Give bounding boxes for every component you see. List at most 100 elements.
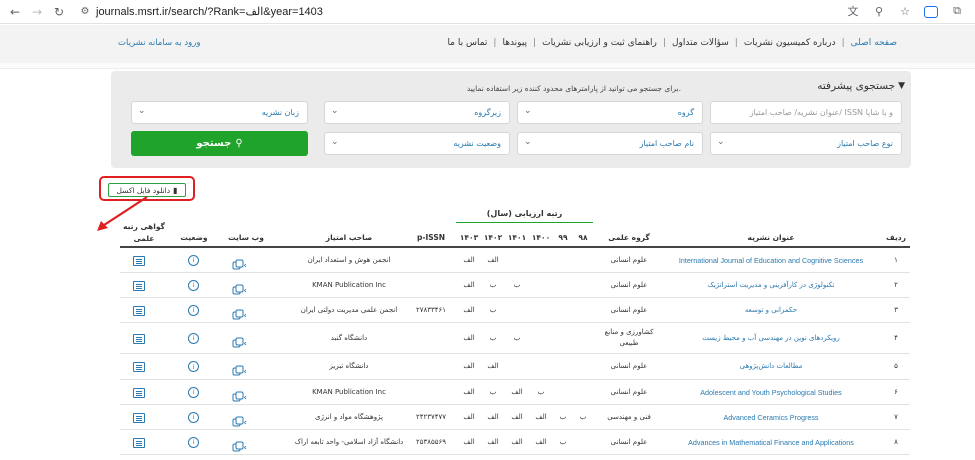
site-navbar: صفحه اصلی | درباره کمیسیون نشریات | سؤال… [0, 25, 975, 63]
website-link-icon[interactable] [232, 413, 247, 426]
cell-y1400: الف [535, 437, 547, 446]
advanced-search-title[interactable]: جستجوی پیشرفته ▼ [817, 80, 905, 92]
certificate-icon[interactable] [133, 412, 145, 423]
login-link[interactable]: ورود به سامانه نشریات [118, 38, 201, 48]
table-row: ۲ تکنولوژی در کارآفرینی و مدیریت استراتژی… [120, 273, 910, 298]
certificate-icon[interactable] [133, 437, 145, 448]
certificate-icon[interactable] [133, 387, 145, 398]
journal-title-link[interactable]: International Journal of Education and C… [676, 256, 866, 265]
menu-item-contact[interactable]: تماس با ما [441, 38, 493, 48]
col-title: عنوان نشریه [747, 233, 795, 242]
certificate-icon[interactable] [133, 362, 145, 372]
cell-y1403: الف [463, 412, 475, 421]
menu-item-faq[interactable]: سؤالات متداول [666, 38, 735, 48]
journal-title-link[interactable]: مطالعات دانش‌پژوهی [676, 362, 866, 370]
col-y1401: ۱۴۰۱ [507, 233, 527, 242]
cell-y1403: الف [463, 333, 475, 342]
cell-owner: KMAN Publication Inc [312, 280, 386, 289]
extension-icon[interactable] [923, 3, 939, 19]
website-link-icon[interactable] [232, 334, 247, 347]
cell-index: ۸ [894, 437, 898, 446]
menu-item-home[interactable]: صفحه اصلی [845, 38, 903, 48]
browser-toolbar: ← → ↻ ⚙ journals.msrt.ir/search/?Rank=ال… [0, 0, 975, 24]
cell-pissn: ۲۷۸۳۳۴۶۱ [415, 305, 447, 314]
cell-index: ۱ [894, 255, 898, 264]
status-select[interactable]: وضعیت نشریه ⌄ [324, 132, 510, 155]
cell-group: علوم انسانی [610, 362, 648, 370]
reload-icon[interactable]: ↻ [48, 1, 70, 23]
cell-y1403: الف [463, 305, 475, 314]
col-website: وب سایت [228, 233, 264, 242]
puzzle-icon[interactable]: ⧉ [949, 3, 965, 19]
menu-item-links[interactable]: پیوندها [496, 38, 533, 48]
menu-item-guide[interactable]: راهنمای ثبت و ارزیابی نشریات [536, 38, 663, 48]
status-info-icon[interactable]: i [188, 279, 199, 291]
col-y1400: ۱۴۰۰ [531, 233, 551, 242]
cell-y98: ب [579, 412, 587, 421]
subgroup-select[interactable]: زیرگروه ⌄ [324, 101, 510, 124]
chevron-down-icon: ⌄ [331, 137, 339, 147]
cell-y1402: الف [487, 255, 499, 264]
forward-icon[interactable]: → [26, 1, 48, 23]
status-info-icon[interactable]: i [188, 411, 199, 423]
certificate-icon[interactable] [133, 305, 145, 316]
journal-title-link[interactable]: تکنولوژی در کارآفرینی و مدیریت استراتژیک [676, 281, 866, 289]
cell-y1403: الف [463, 280, 475, 289]
journal-title-link[interactable]: رویکردهای نوین در مهندسی آب و محیط زیست [676, 334, 866, 342]
cell-y1402: الف [487, 362, 499, 370]
cell-y1400: ب [537, 387, 545, 396]
certificate-icon[interactable] [133, 333, 145, 344]
owner-name-select[interactable]: نام صاحب امتیاز ⌄ [517, 132, 703, 155]
cell-owner: دانشگاه گنبد [330, 333, 368, 342]
col-y1402: ۱۴۰۲ [483, 233, 503, 242]
translate-icon[interactable]: 文 [845, 3, 861, 19]
zoom-icon[interactable]: ⚲ [871, 3, 887, 19]
search-button[interactable]: جستجو ⚲ [131, 131, 308, 156]
title-issn-input[interactable]: عنوان نشریه/ صاحب امتیاز/ ISSN و یا شاپا [710, 101, 902, 124]
website-link-icon[interactable] [232, 281, 247, 294]
journal-title-link[interactable]: Adolescent and Youth Psychological Studi… [676, 388, 866, 397]
col-status: وضعیت [180, 233, 208, 242]
cell-index: ۵ [894, 362, 898, 370]
website-link-icon[interactable] [232, 256, 247, 269]
website-link-icon[interactable] [232, 306, 247, 319]
address-bar[interactable]: journals.msrt.ir/search/?Rank=الف&year=1… [96, 5, 323, 18]
status-info-icon[interactable]: i [188, 361, 199, 372]
cell-pissn: ۲۵۳۸۵۵۶۹ [415, 437, 447, 446]
bookmark-star-icon[interactable]: ☆ [897, 3, 913, 19]
group-select[interactable]: گروه ⌄ [517, 101, 703, 124]
cell-y1403: الف [463, 362, 475, 370]
journal-title-link[interactable]: Advances in Mathematical Finance and App… [676, 438, 866, 447]
owner-type-select[interactable]: نوع صاحب امتیاز ⌄ [710, 132, 902, 155]
journal-title-link[interactable]: Advanced Ceramics Progress [676, 413, 866, 422]
chevron-down-icon: ⌄ [331, 106, 339, 116]
cell-owner: KMAN Publication Inc [312, 387, 386, 396]
site-settings-icon[interactable]: ⚙ [76, 3, 94, 21]
cell-group: علوم انسانی [610, 280, 648, 289]
chevron-down-icon: ⌄ [524, 137, 532, 147]
table-row: ۱ International Journal of Education and … [120, 248, 910, 273]
language-select[interactable]: زبان نشریه ⌄ [131, 101, 308, 124]
cell-group: علوم انسانی [610, 255, 648, 264]
status-info-icon[interactable]: i [188, 332, 199, 344]
status-info-icon[interactable]: i [188, 254, 199, 266]
cell-y1403: الف [463, 437, 475, 446]
cell-y1402: ب [489, 333, 497, 342]
website-link-icon[interactable] [232, 388, 247, 401]
cell-owner: پژوهشگاه مواد و انرژی [315, 412, 383, 421]
cell-y1402: ب [489, 305, 497, 314]
journal-title-link[interactable]: حکمرانی و توسعه [676, 306, 866, 314]
back-icon[interactable]: ← [4, 1, 26, 23]
certificate-icon[interactable] [133, 280, 145, 291]
certificate-icon[interactable] [133, 255, 145, 266]
website-link-icon[interactable] [232, 362, 247, 376]
menu-item-about[interactable]: درباره کمیسیون نشریات [738, 38, 842, 48]
status-info-icon[interactable]: i [188, 436, 199, 448]
col-y98: ۹۸ [578, 233, 588, 242]
main-menu: صفحه اصلی | درباره کمیسیون نشریات | سؤال… [441, 38, 903, 48]
advanced-search-panel: جستجوی پیشرفته ▼ برای جستجو می توانید از… [111, 71, 911, 168]
status-info-icon[interactable]: i [188, 386, 199, 398]
cell-index: ۷ [894, 412, 898, 421]
status-info-icon[interactable]: i [188, 304, 199, 316]
website-link-icon[interactable] [232, 438, 247, 451]
